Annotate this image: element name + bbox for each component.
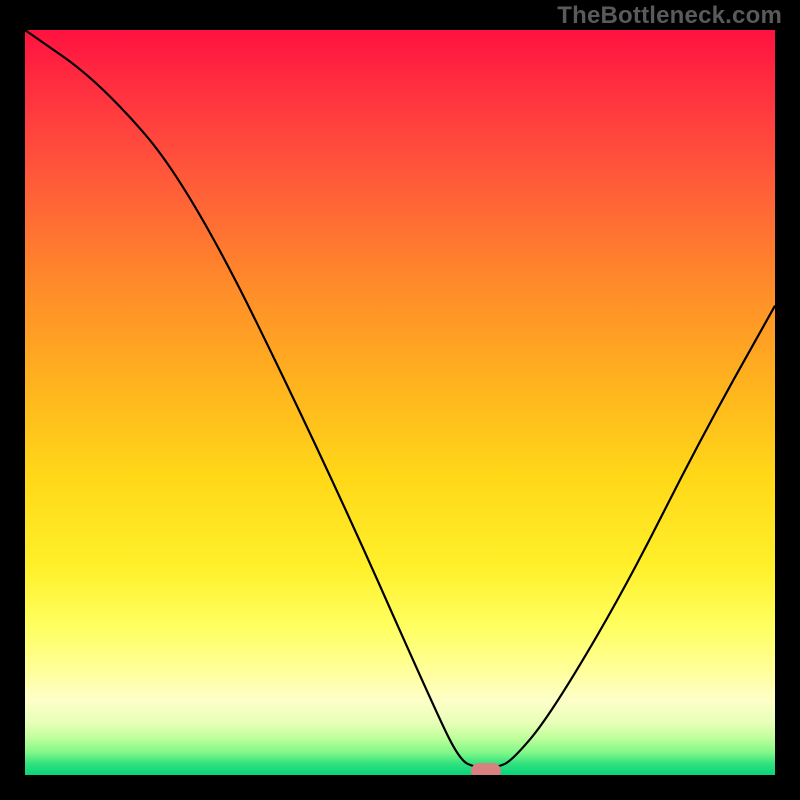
plot-area (25, 30, 775, 775)
chart-frame: TheBottleneck.com (0, 0, 800, 800)
bottleneck-curve (25, 30, 775, 775)
watermark-text: TheBottleneck.com (557, 2, 782, 30)
curve-path (25, 30, 775, 768)
optimal-marker (471, 763, 501, 775)
